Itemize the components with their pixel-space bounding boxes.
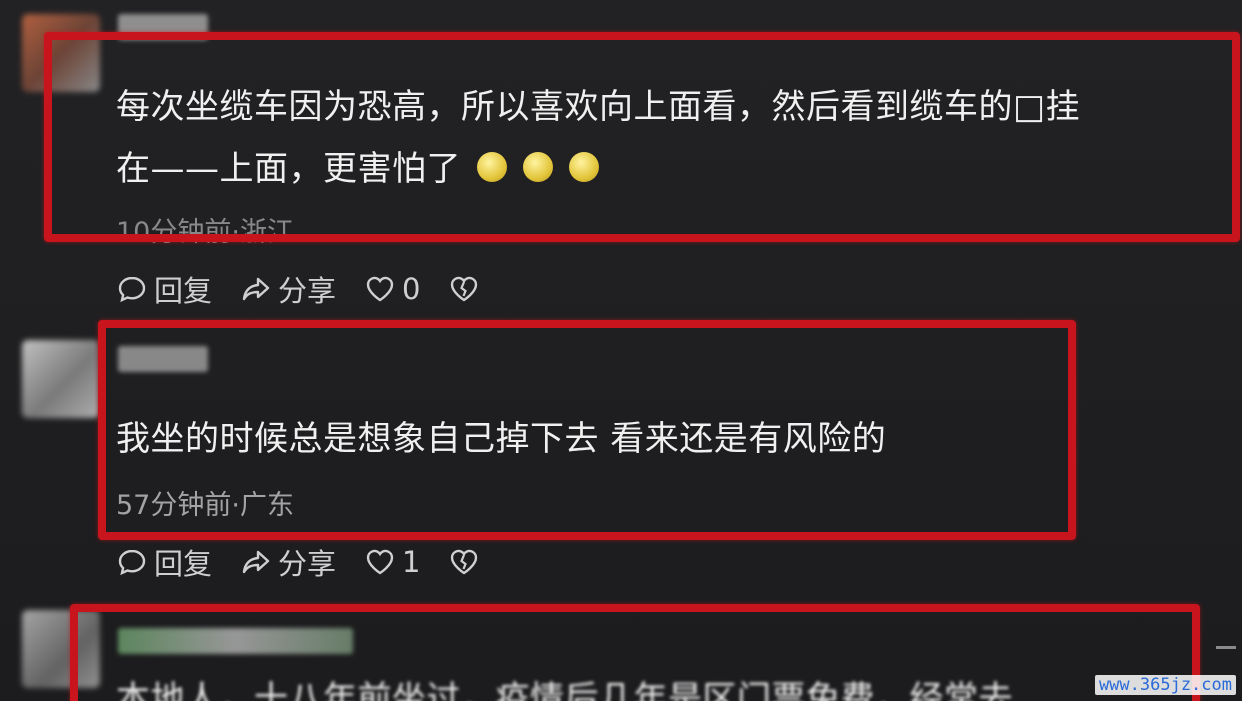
annotation-box (98, 320, 1076, 540)
reply-button[interactable]: 回复 (116, 541, 212, 583)
reply-button[interactable]: 回复 (116, 268, 212, 310)
heart-icon (366, 276, 394, 302)
broken-heart-icon (451, 276, 478, 302)
reply-bubble-icon (118, 549, 146, 576)
reply-label: 回复 (154, 547, 213, 581)
share-arrow-icon (242, 277, 270, 301)
reply-bubble-icon (118, 276, 146, 303)
reply-label: 回复 (154, 274, 213, 308)
broken-heart-icon (451, 549, 478, 575)
annotation-box (44, 32, 1240, 242)
share-button[interactable]: 分享 (240, 268, 336, 310)
dislike-button[interactable] (448, 546, 486, 578)
share-label: 分享 (278, 274, 337, 308)
comment-actions: 回复 分享 0 (116, 268, 514, 310)
heart-icon (366, 549, 394, 575)
share-arrow-icon (242, 550, 270, 574)
annotation-box (70, 604, 1200, 701)
watermark: www.365jz.com (1094, 675, 1236, 695)
like-count: 1 (402, 545, 421, 579)
user-avatar[interactable] (22, 340, 100, 418)
dislike-button[interactable] (448, 273, 486, 305)
comments-screen: 每次坐缆车因为恐高，所以喜欢向上面看，然后看到缆车的□挂 在——上面，更害怕了 … (0, 0, 1242, 701)
like-button[interactable]: 1 (364, 545, 420, 579)
like-button[interactable]: 0 (364, 272, 420, 306)
share-label: 分享 (278, 547, 337, 581)
like-count: 0 (402, 272, 421, 306)
collapse-icon[interactable] (1216, 646, 1236, 649)
comment-actions: 回复 分享 1 (116, 541, 514, 583)
share-button[interactable]: 分享 (240, 541, 336, 583)
